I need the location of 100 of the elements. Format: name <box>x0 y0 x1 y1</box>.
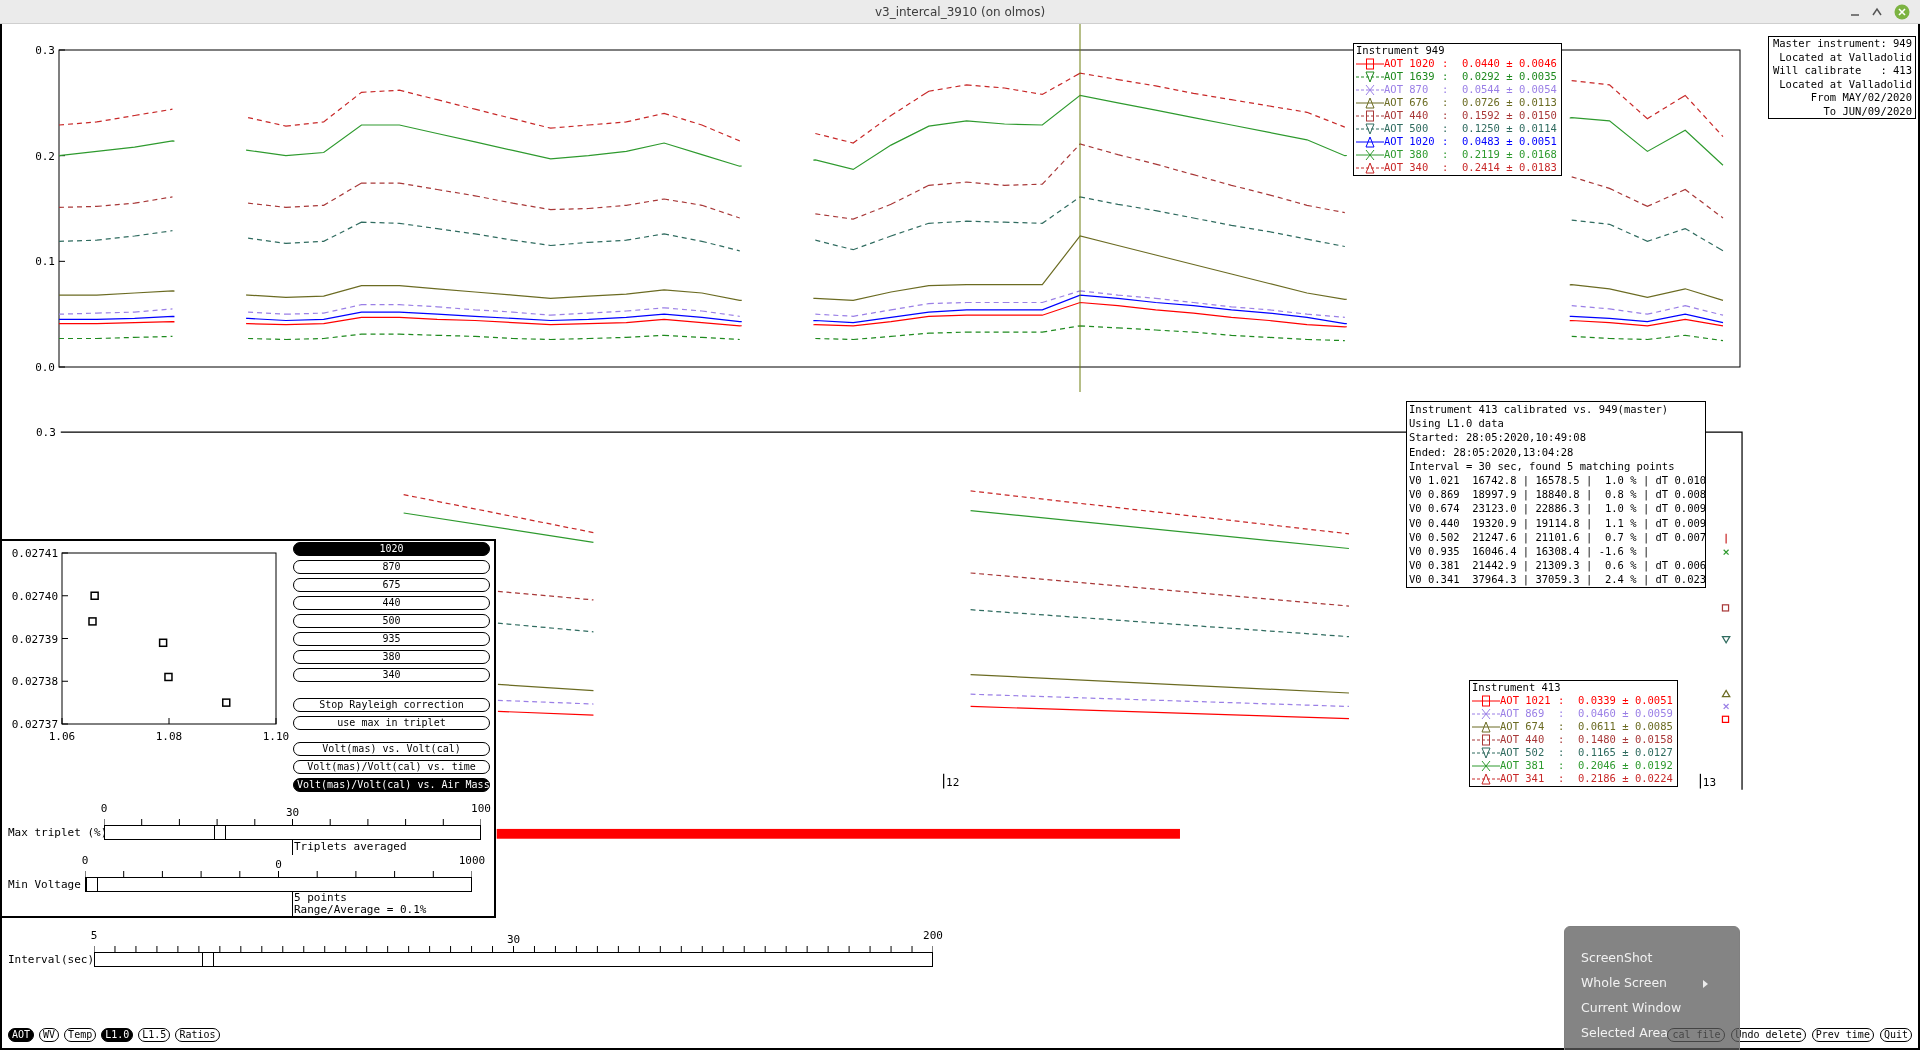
series-value: 0.2414 ± 0.0183 <box>1462 161 1558 174</box>
series-label: AOT 380 <box>1384 148 1430 161</box>
axis-label: 0.02740 <box>11 589 58 603</box>
series-label: AOT 1021 <box>1500 694 1552 707</box>
axis-label: 0.1 <box>35 255 55 269</box>
toggle-button[interactable]: Ratios <box>175 1028 220 1042</box>
data-point <box>158 638 168 648</box>
toggle-button[interactable]: Stop Rayleigh correction <box>293 698 490 712</box>
window-title: v3_intercal_3910 (on olmos) <box>874 3 1046 21</box>
toggle-button[interactable]: 935 <box>293 632 490 646</box>
info-line: Located at Valladolid <box>1778 50 1912 64</box>
toggle-button[interactable]: Volt(mas)/Volt(cal) vs. Air Mass <box>293 778 490 792</box>
toggle-button[interactable]: Volt(mas) vs. Volt(cal) <box>293 742 490 756</box>
separator-text: : <box>1442 148 1450 161</box>
series-value: 0.0544 ± 0.0054 <box>1462 83 1558 96</box>
slider-track[interactable] <box>94 952 933 967</box>
legend-title: Instrument 949 <box>1356 44 1446 57</box>
series-label: AOT 440 <box>1384 109 1430 122</box>
separator-text: : <box>1442 135 1450 148</box>
toggle-button[interactable]: Prev time <box>1811 1028 1874 1042</box>
legend-title: Instrument 413 <box>1472 681 1562 694</box>
toggle-button[interactable]: WV <box>39 1028 60 1042</box>
series-value: 0.2186 ± 0.0224 <box>1578 772 1674 785</box>
data-point <box>164 672 173 682</box>
toggle-button[interactable]: L1.5 <box>138 1028 171 1042</box>
toggle-button[interactable]: 675 <box>293 578 490 592</box>
info-line: V0 0.381 21442.9 | 21309.3 | 0.6 % | dT 0.006 <box>1409 558 1703 573</box>
separator-text: : <box>1442 122 1450 135</box>
scale-label: 0 <box>81 855 89 867</box>
series-value: 0.0611 ± 0.0085 <box>1578 720 1674 733</box>
toggle-button[interactable]: 1020 <box>293 542 490 556</box>
series-label: AOT 341 <box>1500 772 1546 785</box>
series-value: 0.0726 ± 0.0113 <box>1462 96 1558 109</box>
data-point <box>1723 703 1730 710</box>
axis-label: 0.3 <box>35 44 55 57</box>
toggle-button[interactable]: use max in triplet <box>293 716 490 730</box>
series-value: 0.1480 ± 0.0158 <box>1578 733 1674 746</box>
series-label: AOT 381 <box>1500 759 1546 772</box>
slider-label: Interval(sec) <box>8 952 94 967</box>
series-label: AOT 676 <box>1384 96 1430 109</box>
slider-thumb[interactable] <box>202 953 215 966</box>
slider-thumb[interactable] <box>213 826 226 839</box>
series-value: 0.0483 ± 0.0051 <box>1462 135 1558 148</box>
toggle-button[interactable]: Quit <box>1879 1028 1912 1042</box>
axis-label: 0.02741 <box>11 547 58 560</box>
series-label: AOT 500 <box>1384 122 1430 135</box>
toggle-button[interactable]: Volt(mas)/Volt(cal) vs. time <box>293 760 490 774</box>
slider-track[interactable] <box>85 877 472 892</box>
data-point <box>88 617 97 626</box>
info-line: V0 0.674 23123.0 | 22886.3 | 1.0 % | dT 0.009 <box>1409 501 1703 516</box>
series-value: 0.1165 ± 0.0127 <box>1578 746 1674 759</box>
axis-label: 13 <box>1702 776 1717 790</box>
submenu-arrow-icon <box>1703 979 1709 988</box>
info-line: From MAY/02/2020 <box>1809 91 1912 105</box>
data-point <box>1721 715 1730 723</box>
data-point <box>1721 689 1731 698</box>
separator-text: : <box>1558 694 1566 707</box>
slider-thumb[interactable] <box>86 878 98 891</box>
toggle-button[interactable]: AOT <box>8 1028 35 1042</box>
series-value: 0.0440 ± 0.0046 <box>1462 57 1558 70</box>
toggle-button[interactable]: 380 <box>293 650 490 664</box>
series-label: AOT 869 <box>1500 707 1546 720</box>
toggle-button[interactable]: L1.0 <box>101 1028 134 1042</box>
info-line: V0 0.440 19320.9 | 19114.8 | 1.1 % | dT 0.009 <box>1409 515 1703 530</box>
slider-track[interactable] <box>104 825 481 840</box>
series-value: 0.1592 ± 0.0150 <box>1462 109 1558 122</box>
toggle-button[interactable]: Temp <box>64 1028 97 1042</box>
separator-text: : <box>1442 109 1450 122</box>
info-line: Started: 28:05:2020,10:49:08 <box>1409 430 1587 445</box>
scale-label: 0 <box>275 859 282 871</box>
info-line: V0 0.869 18997.9 | 18840.8 | 0.8 % | dT 0.008 <box>1409 487 1703 502</box>
scale-label: 200 <box>923 930 943 942</box>
toggle-button[interactable]: 500 <box>293 614 490 628</box>
series-label: AOT 340 <box>1384 161 1430 174</box>
series-label: AOT 502 <box>1500 746 1546 759</box>
info-line: V0 0.502 21247.6 | 21101.6 | 0.7 % | dT 0.007 <box>1409 530 1703 545</box>
scale-label: 0 <box>100 803 108 815</box>
axis-label: 0.02737 <box>11 718 58 731</box>
separator-text: : <box>1442 96 1450 109</box>
data-point <box>1721 636 1731 644</box>
separator-text: : <box>1558 759 1566 772</box>
info-line: Ended: 28:05:2020,13:04:28 <box>1409 444 1575 459</box>
series-label: AOT 1020 <box>1384 57 1436 70</box>
axis-label: 0.02738 <box>11 675 58 689</box>
info-line: Master instrument: 949 <box>1772 37 1912 51</box>
toggle-button[interactable]: 870 <box>293 560 490 574</box>
info-line: V0 1.021 16742.8 | 16578.5 | 1.0 % | dT 0.010 <box>1409 473 1703 488</box>
toggle-button[interactable]: 440 <box>293 596 490 610</box>
axis-label: 0.02739 <box>11 632 58 646</box>
axis-label: 0.3 <box>35 425 56 439</box>
axis-label: 1.08 <box>155 730 183 743</box>
data-point <box>1721 604 1730 612</box>
toggle-button[interactable]: 340 <box>293 668 490 682</box>
series-value: 0.0339 ± 0.0051 <box>1578 694 1674 707</box>
axis-label: 1.06 <box>48 730 76 743</box>
info-line: To JUN/09/2020 <box>1822 104 1912 118</box>
series-value: 0.2119 ± 0.0168 <box>1462 148 1558 161</box>
separator-text: : <box>1442 161 1450 174</box>
info-line: Instrument 413 calibrated vs. 949(master) <box>1409 402 1670 417</box>
axis-label: 1.10 <box>262 730 290 743</box>
